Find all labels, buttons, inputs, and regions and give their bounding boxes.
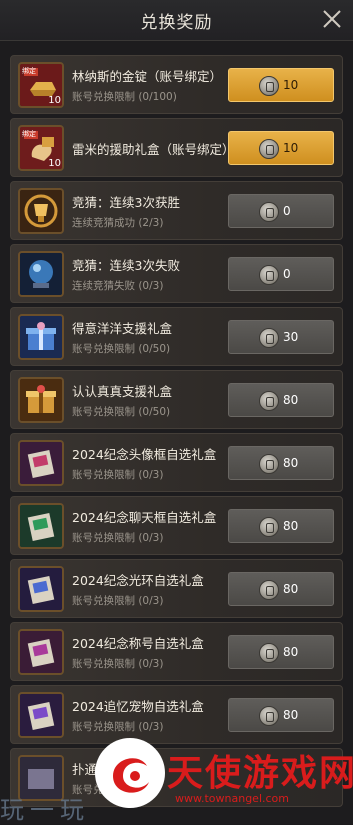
coin-icon (259, 517, 279, 537)
exchange-button[interactable]: 80 (228, 446, 334, 480)
exchange-cost: 80 (283, 582, 299, 596)
close-icon (323, 10, 341, 28)
bound-tag-label: 绑定 (22, 130, 36, 138)
reward-row: 2024纪念聊天框自选礼盒 账号兑换限制 (0/3) 80 (10, 496, 343, 555)
coin-icon (259, 76, 279, 96)
coin-icon (259, 580, 279, 600)
reward-limit-text: 账号兑换限制 (0/50) (72, 343, 171, 355)
exchange-button[interactable]: 10 (228, 131, 334, 165)
reward-row: 得意洋洋支援礼盒 账号兑换限制 (0/50) 30 (10, 307, 343, 366)
exchange-button[interactable]: 0 (228, 194, 334, 228)
exchange-cost: 80 (283, 645, 299, 659)
crystal-orb-icon (18, 251, 64, 297)
item-count-label: 10 (48, 158, 61, 169)
reward-name: 2024追忆宠物自选礼盒 (72, 699, 204, 714)
exchange-cost: 80 (283, 519, 299, 533)
reward-row: 2024追忆宠物自选礼盒 账号兑换限制 (0/3) 80 (10, 685, 343, 744)
reward-row: 2024纪念称号自选礼盒 账号兑换限制 (0/3) 80 (10, 622, 343, 681)
gold-giftbox-icon (18, 377, 64, 423)
reward-limit-text: 账号兑换限制 (0/3) (72, 469, 164, 481)
reward-name: 竞猜：连续3次获胜 (72, 195, 180, 210)
exchange-cost: 0 (283, 204, 291, 218)
close-button[interactable] (321, 8, 343, 30)
exchange-button[interactable]: 10 (228, 68, 334, 102)
reward-row: 认认真真支援礼盒 账号兑换限制 (0/50) 80 (10, 370, 343, 429)
exchange-button[interactable]: 80 (228, 698, 334, 732)
title-box-icon (18, 629, 64, 675)
coin-icon (259, 454, 279, 474)
reward-name: 2024纪念聊天框自选礼盒 (72, 510, 217, 525)
panel-title: 兑换奖励 (140, 13, 213, 33)
exchange-cost: 80 (283, 393, 299, 407)
gold-ingot-icon: 10 绑定 (18, 62, 64, 108)
exchange-rewards-panel: 兑换奖励 10 绑定 林纳斯的金锭（账号绑定） 账号兑换限制 (0/100) 10 10 绑… (0, 0, 353, 824)
coin-icon (259, 391, 279, 411)
avatar-frame-box-icon (18, 440, 64, 486)
exchange-button[interactable]: 80 (228, 383, 334, 417)
bound-tag-label: 绑定 (22, 67, 36, 75)
reward-name: 认认真真支援礼盒 (72, 384, 173, 399)
reward-limit-text: 账号兑换限制 (0/100) (72, 91, 177, 103)
reward-limit-text: 账号兑换限制 (0/3) (72, 658, 164, 670)
watermark-url: www.townangel.com (175, 792, 289, 805)
reward-name: 竞猜：连续3次失败 (72, 258, 180, 273)
exchange-button[interactable]: 80 (228, 509, 334, 543)
coin-icon (259, 328, 279, 348)
reward-name: 林纳斯的金锭（账号绑定） (72, 69, 223, 84)
blue-giftbox-icon (18, 314, 64, 360)
reward-limit-text: 账号兑换限制 (0/3) (72, 595, 164, 607)
reward-limit-text: 连续竞猜成功 (2/3) (72, 217, 164, 229)
exchange-cost: 10 (283, 78, 299, 92)
reward-limit-text: 连续竞猜失败 (0/3) (72, 280, 164, 292)
watermark: 天使游戏网 www.townangel.com (95, 738, 353, 824)
reward-row: 10 绑定雷米的援助礼盒（账号绑定） 10 (10, 118, 343, 177)
reward-row: 竞猜：连续3次获胜 连续竞猜成功 (2/3) 0 (10, 181, 343, 240)
exchange-cost: 30 (283, 330, 299, 344)
reward-limit-text: 账号兑换限制 (0/3) (72, 721, 164, 733)
halo-box-icon (18, 566, 64, 612)
exchange-cost: 80 (283, 456, 299, 470)
exchange-cost: 0 (283, 267, 291, 281)
exchange-button[interactable]: 30 (228, 320, 334, 354)
reward-name: 2024纪念光环自选礼盒 (72, 573, 204, 588)
exchange-button[interactable]: 80 (228, 635, 334, 669)
coin-icon (259, 202, 279, 222)
reward-name: 2024纪念头像框自选礼盒 (72, 447, 217, 462)
coin-icon (259, 265, 279, 285)
reward-name: 得意洋洋支援礼盒 (72, 321, 173, 336)
watermark-left-text: 玩一玩 (0, 796, 90, 824)
exchange-button[interactable]: 0 (228, 257, 334, 291)
exchange-button[interactable]: 80 (228, 572, 334, 606)
reward-row: 2024纪念光环自选礼盒 账号兑换限制 (0/3) 80 (10, 559, 343, 618)
trophy-wreath-icon (18, 188, 64, 234)
coin-icon (259, 643, 279, 663)
reward-row: 2024纪念头像框自选礼盒 账号兑换限制 (0/3) 80 (10, 433, 343, 492)
reward-row: 竞猜：连续3次失败 连续竞猜失败 (0/3) 0 (10, 244, 343, 303)
reward-limit-text: 账号兑换限制 (0/50) (72, 406, 171, 418)
gift-hand-icon: 10 绑定 (18, 125, 64, 171)
exchange-cost: 80 (283, 708, 299, 722)
item-count-label: 10 (48, 95, 61, 106)
pet-box-icon (18, 692, 64, 738)
exchange-cost: 10 (283, 141, 299, 155)
reward-row: 10 绑定 林纳斯的金锭（账号绑定） 账号兑换限制 (0/100) 10 (10, 55, 343, 114)
reward-name: 雷米的援助礼盒（账号绑定） (72, 142, 235, 157)
watermark-text: 天使游戏网 (167, 753, 353, 794)
panel-header: 兑换奖励 (0, 0, 353, 41)
reward-limit-text: 账号兑换限制 (0/3) (72, 532, 164, 544)
coin-icon (259, 139, 279, 159)
coin-icon (259, 706, 279, 726)
reward-name: 2024纪念称号自选礼盒 (72, 636, 204, 651)
chat-frame-box-icon (18, 503, 64, 549)
watermark-logo (95, 738, 165, 808)
